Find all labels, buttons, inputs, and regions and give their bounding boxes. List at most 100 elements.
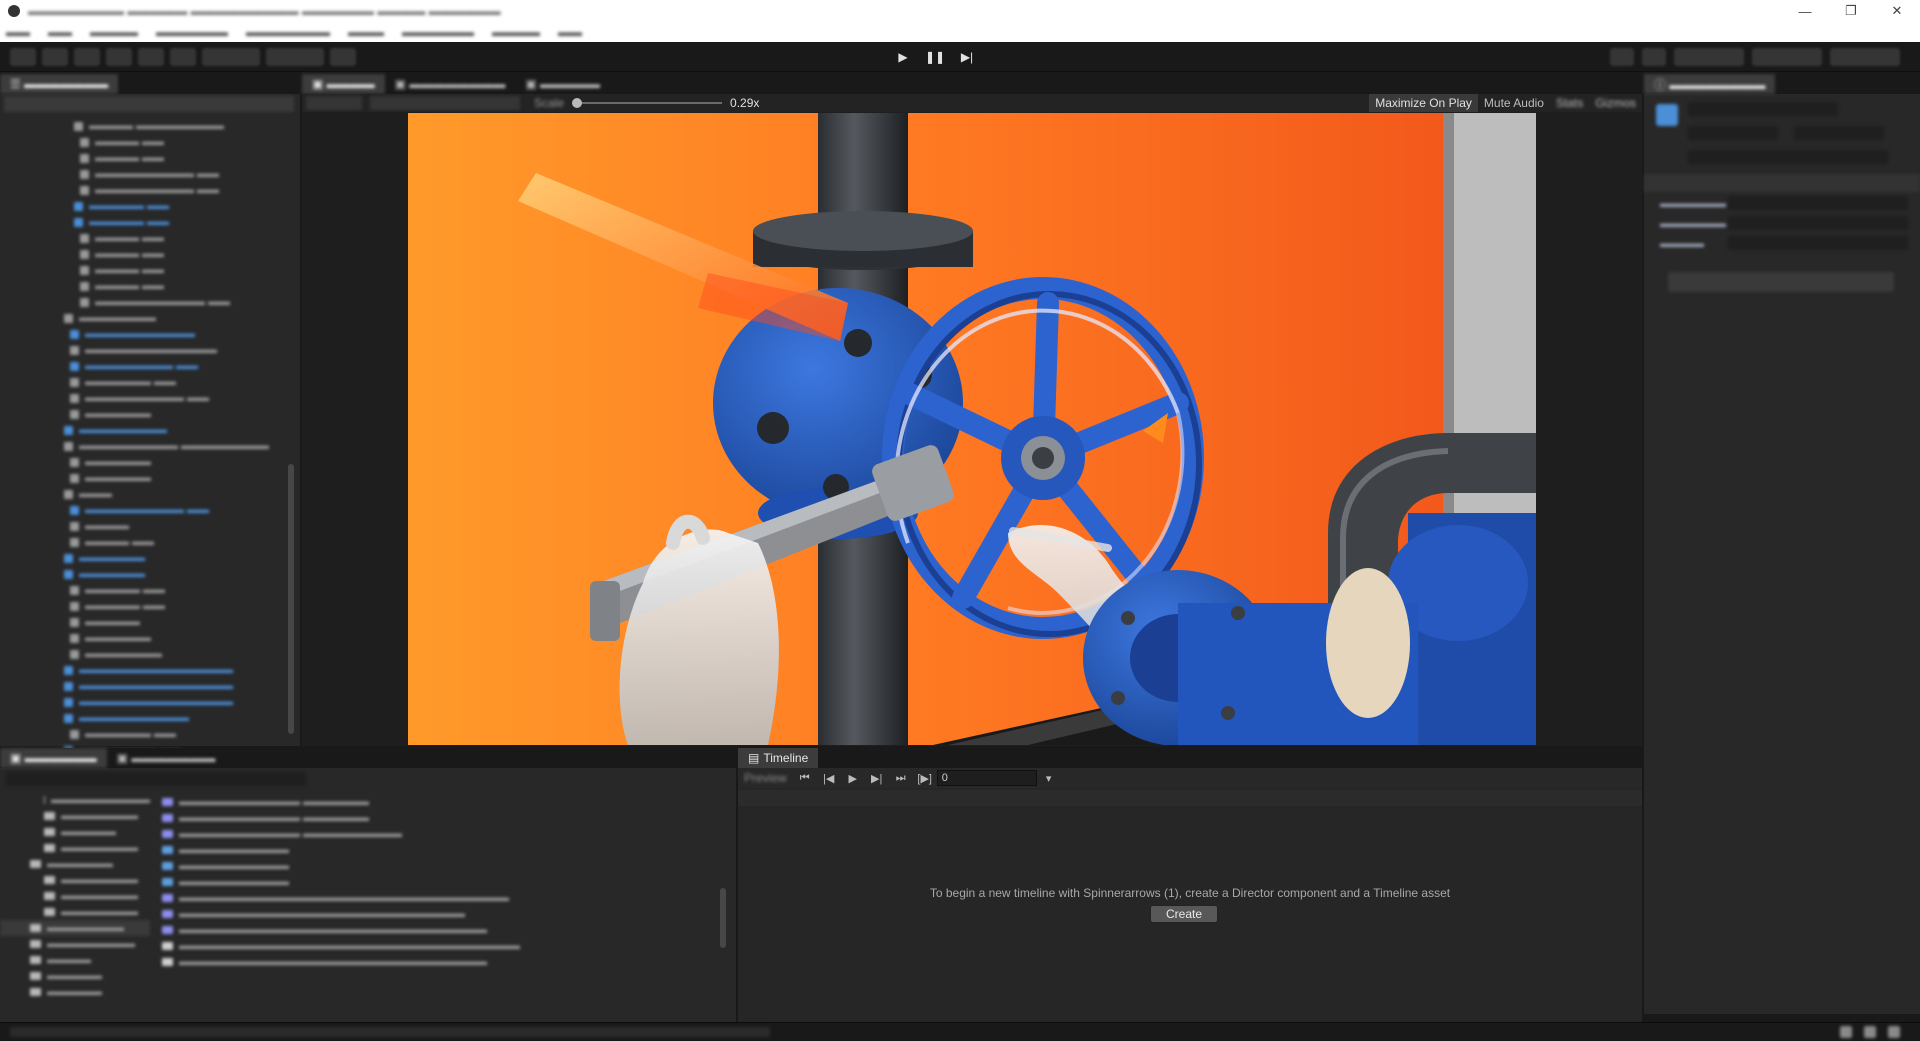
create-timeline-button[interactable]: Create — [1150, 905, 1218, 923]
close-window-icon[interactable]: ✕ — [1874, 0, 1920, 22]
list-item[interactable]: ▬▬▬▬▬▬▬▬▬▬ — [0, 326, 290, 342]
goto-end-icon[interactable]: ⏭ — [889, 769, 913, 787]
scale-fields[interactable] — [1728, 236, 1908, 250]
list-item[interactable]: ▬▬▬▬▬▬▬▬ ▬▬ — [0, 358, 290, 374]
list-item[interactable]: ▬▬▬▬▬▬▬▬▬▬ — [162, 842, 722, 858]
tab-timeline[interactable]: ▤ Timeline — [738, 748, 819, 768]
pivot-toggle[interactable] — [202, 48, 260, 66]
rotate-tool-icon[interactable] — [74, 48, 100, 66]
maximize-on-play-toggle[interactable]: Maximize On Play — [1369, 94, 1478, 112]
list-item[interactable]: ▬▬▬▬▬▬▬ — [0, 310, 290, 326]
model-buttons[interactable] — [1688, 150, 1888, 164]
list-item[interactable]: ▬▬▬▬▬▬▬▬▬ — [0, 792, 150, 808]
move-tool-icon[interactable] — [42, 48, 68, 66]
menu-item[interactable]: ▬▬▬▬▬▬ — [156, 25, 228, 39]
tab-project[interactable]: ▣ ▬▬▬▬▬▬ — [0, 748, 107, 768]
global-toggle[interactable] — [266, 48, 324, 66]
rotation-fields[interactable] — [1728, 216, 1908, 230]
stats-toggle[interactable]: Stats — [1550, 96, 1589, 110]
tab-inspector[interactable]: ⓘ ▬▬▬▬▬▬▬▬ — [1644, 74, 1776, 94]
list-item[interactable]: ▬▬▬▬▬▬▬ — [0, 888, 150, 904]
list-item[interactable]: ▬▬▬▬▬▬ ▬▬ — [0, 374, 290, 390]
list-item[interactable]: ▬▬▬▬▬▬▬▬▬▬▬ ▬▬▬▬▬▬ — [162, 794, 722, 810]
layout-dropdown[interactable] — [1830, 48, 1900, 66]
resolution-dropdown[interactable] — [370, 96, 520, 110]
project-scrollbar[interactable] — [720, 888, 726, 948]
list-item[interactable]: ▬▬▬▬ ▬▬ — [0, 230, 290, 246]
list-item[interactable]: ▬▬▬▬▬▬▬▬▬ ▬▬ — [0, 502, 290, 518]
list-item[interactable]: ▬▬▬▬ ▬▬ — [0, 262, 290, 278]
list-item[interactable]: ▬▬▬▬▬ — [0, 984, 150, 1000]
maximize-window-icon[interactable]: ❐ — [1828, 0, 1874, 22]
list-item[interactable]: ▬▬▬▬▬▬▬▬▬▬▬ ▬▬▬▬▬▬ — [162, 810, 722, 826]
list-item[interactable]: ▬▬▬▬▬▬▬▬▬ ▬▬ — [0, 182, 290, 198]
collab-icon[interactable] — [1610, 48, 1634, 66]
list-item[interactable]: ▬▬▬▬▬ ▬▬ — [0, 582, 290, 598]
gizmos-dropdown[interactable]: Gizmos — [1589, 96, 1642, 110]
scale-slider[interactable] — [572, 98, 723, 108]
list-item[interactable]: ▬▬▬▬▬▬▬ — [0, 808, 150, 824]
menu-item[interactable]: ▬▬ — [558, 25, 582, 39]
object-name-input[interactable] — [1688, 102, 1838, 116]
list-item[interactable]: ▬▬▬▬▬▬ — [0, 454, 290, 470]
menu-item[interactable]: ▬▬▬▬ — [492, 25, 540, 39]
list-item[interactable]: ▬▬▬▬▬▬ — [0, 406, 290, 422]
bug-icon[interactable] — [1864, 1026, 1876, 1038]
list-item[interactable]: ▬▬▬▬▬▬▬▬▬ ▬▬ — [0, 390, 290, 406]
list-item[interactable]: ▬▬▬▬▬▬▬▬▬ ▬▬▬▬▬▬▬▬ — [0, 438, 290, 454]
menu-item[interactable]: ▬▬▬▬ — [90, 25, 138, 39]
display-dropdown[interactable] — [306, 96, 362, 110]
list-item[interactable]: ▬▬▬▬▬ — [0, 824, 150, 840]
menu-item[interactable]: ▬▬ — [48, 25, 72, 39]
progress-icon[interactable] — [1840, 1026, 1852, 1038]
tab-animator[interactable]: ▣ ▬▬▬▬▬▬▬▬ — [385, 74, 516, 94]
account-dropdown[interactable] — [1674, 48, 1744, 66]
position-fields[interactable] — [1728, 196, 1908, 210]
list-item[interactable]: ▬▬▬▬ ▬▬ — [0, 534, 290, 550]
previous-frame-icon[interactable]: |◀ — [817, 769, 841, 787]
list-item[interactable]: ▬▬▬▬▬▬▬▬ — [0, 422, 290, 438]
menu-item[interactable]: ▬▬▬▬▬▬ — [402, 25, 474, 39]
list-item[interactable]: ▬▬▬▬ — [0, 518, 290, 534]
list-item[interactable]: ▬▬▬▬▬▬ — [0, 566, 290, 582]
list-item[interactable]: ▬▬▬▬▬ ▬▬ — [0, 198, 290, 214]
cloud-icon[interactable] — [1642, 48, 1666, 66]
list-item[interactable]: ▬▬▬▬▬▬▬▬▬▬ — [0, 710, 290, 726]
list-item[interactable]: ▬▬▬▬▬▬▬▬▬ ▬▬ — [0, 166, 290, 182]
pause-icon[interactable]: ❚❚ — [922, 48, 948, 66]
list-item[interactable]: ▬▬▬▬▬ — [0, 614, 290, 630]
list-item[interactable]: ▬▬▬▬▬ ▬▬ — [0, 214, 290, 230]
list-item[interactable]: ▬▬▬▬▬▬▬▬▬▬ ▬▬ — [0, 294, 290, 310]
snap-icon[interactable] — [330, 48, 356, 66]
tab-console[interactable]: ▣ ▬▬▬▬▬▬▬ — [107, 748, 226, 768]
add-component-button[interactable] — [1668, 272, 1894, 292]
list-item[interactable]: ▬▬▬▬▬▬▬ — [0, 872, 150, 888]
list-item[interactable]: ▬▬▬▬▬▬▬ — [0, 904, 150, 920]
list-item[interactable]: ▬▬▬▬▬▬▬▬▬▬▬▬▬▬ — [0, 694, 290, 710]
list-item[interactable]: ▬▬▬▬▬▬▬▬▬▬▬ ▬▬▬▬▬▬▬▬▬ — [162, 826, 722, 842]
list-item[interactable]: ▬▬▬▬▬▬▬ — [0, 840, 150, 856]
list-item[interactable]: ▬▬▬▬▬▬▬▬▬▬▬▬▬▬▬▬▬▬▬▬▬▬▬▬▬▬▬▬▬▬ — [162, 890, 722, 906]
scale-tool-icon[interactable] — [106, 48, 132, 66]
play-timeline-icon[interactable]: ▶ — [841, 769, 865, 787]
chevron-down-icon[interactable]: ▾ — [1037, 769, 1061, 787]
transform-header[interactable] — [1644, 174, 1920, 192]
list-item[interactable]: ▬▬▬▬▬▬ — [0, 470, 290, 486]
tab-hierarchy[interactable]: ☰ ▬▬▬▬▬▬▬ — [0, 74, 119, 94]
step-icon[interactable]: ▶| — [954, 48, 980, 66]
list-item[interactable]: ▬▬▬▬ ▬▬ — [0, 278, 290, 294]
preview-toggle[interactable]: Preview — [738, 771, 793, 785]
next-frame-icon[interactable]: ▶| — [865, 769, 889, 787]
list-item[interactable]: ▬▬▬▬▬▬▬▬ — [0, 936, 150, 952]
list-item[interactable]: ▬▬▬▬▬▬▬ — [0, 646, 290, 662]
hand-tool-icon[interactable] — [10, 48, 36, 66]
list-item[interactable]: ▬▬▬ — [0, 486, 290, 502]
hierarchy-search-input[interactable] — [4, 96, 294, 112]
list-item[interactable]: ▬▬▬▬▬▬▬▬▬▬▬▬▬▬▬▬▬▬▬▬▬▬▬▬▬▬▬▬▬▬▬ — [162, 938, 722, 954]
transform-tool-icon[interactable] — [170, 48, 196, 66]
goto-start-icon[interactable]: ⏮ — [793, 769, 817, 787]
list-item[interactable]: ▬▬▬▬ ▬▬▬▬▬▬▬▬ — [0, 118, 290, 134]
list-item[interactable]: ▬▬▬▬▬▬▬▬▬▬▬▬▬▬▬▬▬▬▬▬▬▬▬▬▬▬ — [162, 906, 722, 922]
menu-item[interactable]: ▬▬ — [6, 25, 30, 39]
list-item[interactable]: ▬▬▬▬▬▬▬▬▬▬ — [162, 858, 722, 874]
